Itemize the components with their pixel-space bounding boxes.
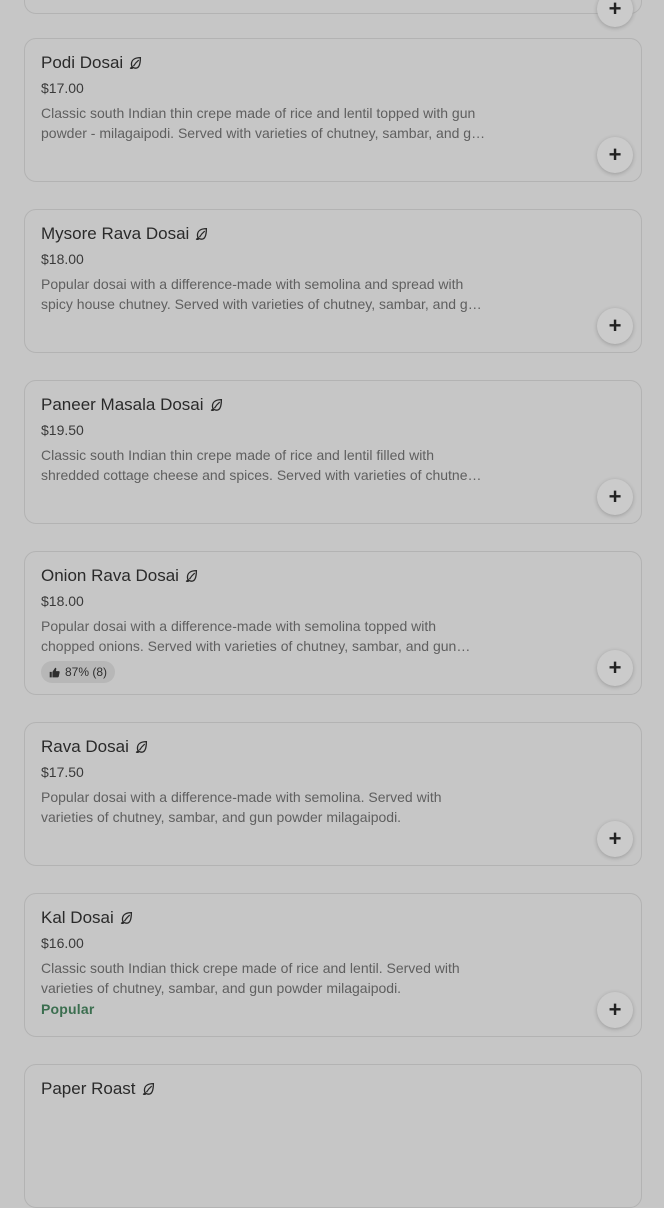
menu-item-card[interactable]: Paper Roast — [24, 1064, 642, 1208]
item-price: $17.50 — [41, 764, 84, 780]
popular-badge: Popular — [41, 1001, 95, 1017]
menu-item-card[interactable]: Podi Dosai $17.00 Classic south Indian t… — [24, 38, 642, 182]
item-description: Classic south Indian thin crepe made of … — [41, 105, 487, 141]
item-description: Classic south Indian thin crepe made of … — [41, 447, 478, 483]
item-price: $18.00 — [41, 593, 84, 609]
item-price: $17.00 — [41, 80, 84, 96]
menu-item-card[interactable]: Rava Dosai $17.50 Popular dosai with a d… — [24, 722, 642, 866]
leaf-icon — [185, 569, 197, 582]
leaf-icon — [196, 227, 208, 240]
rating-text: 87% (8) — [65, 665, 108, 679]
item-name: Kal Dosai — [41, 908, 133, 928]
add-item-button[interactable]: + — [597, 992, 633, 1028]
plus-icon: + — [608, 655, 622, 680]
item-name: Onion Rava Dosai — [41, 566, 198, 586]
menu-item-card[interactable]: Paneer Masala Dosai $19.50 Classic south… — [24, 380, 642, 524]
leaf-icon — [135, 740, 147, 753]
item-price: $19.50 — [41, 422, 84, 438]
item-name: Rava Dosai — [41, 737, 148, 757]
add-item-button[interactable]: + — [597, 137, 633, 173]
add-item-button[interactable]: + — [597, 650, 633, 686]
menu-item-card[interactable]: Mysore Rava Dosai $18.00 Popular dosai w… — [24, 209, 642, 353]
plus-icon: + — [608, 142, 622, 167]
plus-icon: + — [608, 0, 622, 21]
leaf-icon — [129, 56, 142, 69]
plus-icon: + — [608, 484, 622, 509]
leaf-icon — [142, 1082, 154, 1095]
item-description: Popular dosai with a difference-made wit… — [41, 618, 457, 654]
leaf-icon — [120, 911, 132, 924]
plus-icon: + — [608, 826, 622, 851]
leaf-icon — [210, 398, 222, 411]
plus-icon: + — [608, 997, 622, 1022]
item-name: Podi Dosai — [41, 53, 142, 73]
menu-item-card-partial[interactable]: + — [24, 0, 642, 27]
item-name: Mysore Rava Dosai — [41, 224, 208, 244]
add-item-button[interactable]: + — [597, 0, 633, 27]
rating-badge: 87% (8) — [41, 661, 116, 683]
menu-item-card[interactable]: Onion Rava Dosai $18.00 Popular dosai wi… — [24, 551, 642, 695]
item-description: Popular dosai with a difference-made wit… — [41, 789, 442, 825]
item-price: $18.00 — [41, 251, 84, 267]
plus-icon: + — [608, 313, 622, 338]
thumbs-up-icon — [49, 667, 60, 677]
item-name: Paper Roast — [41, 1079, 155, 1099]
item-description: Popular dosai with a difference-made wit… — [41, 276, 484, 312]
add-item-button[interactable]: + — [597, 821, 633, 857]
item-description: Classic south Indian thick crepe made of… — [41, 960, 460, 996]
item-price: $16.00 — [41, 935, 84, 951]
menu-item-card[interactable]: Kal Dosai $16.00 Classic south Indian th… — [24, 893, 642, 1037]
add-item-button[interactable]: + — [597, 479, 633, 515]
item-name: Paneer Masala Dosai — [41, 395, 223, 415]
add-item-button[interactable]: + — [597, 308, 633, 344]
